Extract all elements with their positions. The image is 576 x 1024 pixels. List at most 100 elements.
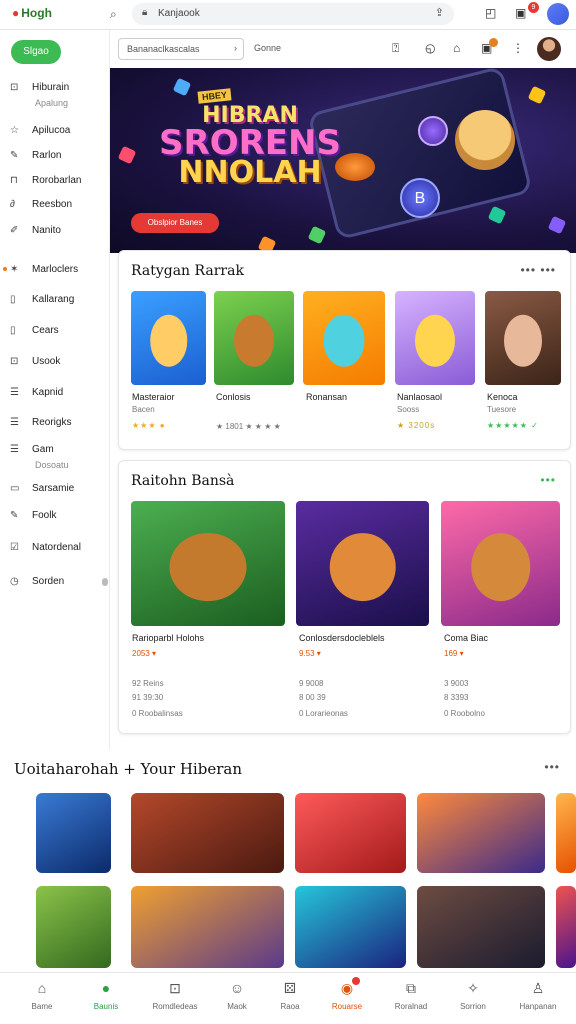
recommended-tile[interactable] <box>36 886 111 968</box>
recommended-tile[interactable] <box>131 793 284 873</box>
nav-item-chat[interactable]: ● Baunis <box>76 980 136 1011</box>
game-tile[interactable] <box>303 291 385 385</box>
sidebar-item-label: Rorobarlan <box>32 175 82 186</box>
game-tile[interactable] <box>485 291 561 385</box>
game-name: Conlosis <box>216 392 251 402</box>
game-name: Kenoca <box>487 392 518 402</box>
hero-orb-illustration <box>418 116 448 146</box>
recommended-tile[interactable] <box>417 793 545 873</box>
sidebar-item-label: Sorden <box>32 576 65 587</box>
hero-mascot-illustration <box>455 110 515 170</box>
page-icon: ▯ <box>10 325 16 336</box>
sidebar-item-3[interactable]: ⊓ Rorobarlan <box>10 175 81 186</box>
game-name: Nanlaosaol <box>397 392 443 402</box>
chat-icon: ● <box>101 980 111 996</box>
game-tile[interactable] <box>441 501 560 626</box>
home-icon: ⌂ <box>37 980 47 996</box>
user-avatar[interactable] <box>537 37 561 61</box>
recommended-tile[interactable] <box>556 793 576 873</box>
sidebar-item-15[interactable]: ☑ Natordenal <box>10 542 81 553</box>
recommended-tile[interactable] <box>295 793 406 873</box>
game-tile[interactable] <box>296 501 429 626</box>
profile-avatar[interactable] <box>547 3 569 25</box>
nav-item-home[interactable]: ⌂ Bame <box>12 980 72 1011</box>
sidebar-item-label: Sarsamie <box>32 483 75 494</box>
app-logo[interactable]: ● Hogh <box>12 6 52 20</box>
sidebar-scrollbar[interactable] <box>102 578 108 586</box>
sidebar-item-0[interactable]: ⊡ Hiburain <box>10 82 69 93</box>
more-icon[interactable]: ••• <box>540 473 556 487</box>
sidebar-primary-button[interactable]: Slgao <box>11 40 61 64</box>
hero-play-illustration: B <box>400 178 440 218</box>
nav-item-fire[interactable]: ◉ Rouarse <box>317 980 377 1011</box>
more-vertical-icon[interactable]: ⋮ <box>512 41 524 55</box>
bell-icon[interactable]: ⌂ <box>453 41 460 55</box>
nav-item-image[interactable]: ⧉ Roralnad <box>381 980 441 1011</box>
nav-item-grid[interactable]: ⊡ Romdledeas <box>145 980 205 1011</box>
sidebar-item-16[interactable]: ◷ Sorden <box>10 576 64 587</box>
sidebar-item-2[interactable]: ✎ Rarlon <box>10 150 61 161</box>
game-rating: ★★★★★ ✓ <box>487 421 539 430</box>
recommended-tile[interactable] <box>295 886 406 968</box>
alert-icon[interactable]: ⍰ <box>392 41 399 56</box>
more-icon[interactable]: ••• <box>544 760 560 774</box>
game-tile[interactable] <box>131 291 206 385</box>
more-icon[interactable]: ••• ••• <box>520 263 556 277</box>
sidebar-item-4[interactable]: ∂ Reesbon <box>10 199 72 210</box>
sidebar-item-7[interactable]: ▯ Kallarang <box>10 294 74 305</box>
extension-icon[interactable]: ◰ <box>485 6 496 20</box>
nav-label: Roralnad <box>394 1002 428 1011</box>
game-tile[interactable] <box>131 501 285 626</box>
chat-icon[interactable]: ◵ <box>425 41 435 55</box>
sidebar-item-label: Usook <box>32 356 61 367</box>
game-meta: 0 Lorarieonas <box>299 709 348 718</box>
check-icon: ☑ <box>10 542 19 553</box>
recommended-tile[interactable] <box>556 886 576 968</box>
list-icon: ☰ <box>10 417 19 428</box>
recommended-tile[interactable] <box>36 793 111 873</box>
game-meta: 92 Reins <box>132 679 164 688</box>
nav-item-compass[interactable]: ✧ Sorrion <box>443 980 503 1011</box>
game-art <box>323 314 365 367</box>
nav-label: Hanpanan <box>519 1002 557 1011</box>
address-bar[interactable]: 🔒︎ Kanjaook ⇪ <box>132 3 454 25</box>
game-tag: 2053 ▾ <box>132 649 157 658</box>
sidebar-item-14[interactable]: ✎ Foolk <box>10 510 56 521</box>
category-select[interactable]: Bananaclkascalas › <box>118 38 244 60</box>
sidebar-item-label: Marloclers <box>32 264 79 275</box>
sidebar-item-12[interactable]: ☰ Gam <box>10 444 54 455</box>
recommended-tile[interactable] <box>131 886 284 968</box>
sidebar-item-8[interactable]: ▯ Cears <box>10 325 59 336</box>
hero-cta-button[interactable]: Obslpior Banes <box>131 213 219 233</box>
game-meta: 0 Roobalinsas <box>132 709 183 718</box>
genre-link[interactable]: Gonne <box>254 43 281 53</box>
search-icon[interactable]: ⌕ <box>110 7 117 22</box>
game-tile[interactable] <box>395 291 475 385</box>
nav-label: Bame <box>31 1002 53 1011</box>
sidebar-item-13[interactable]: ▭ Sarsamie <box>10 483 74 494</box>
game-tile[interactable] <box>214 291 294 385</box>
notification-icon[interactable]: ▣ <box>515 6 526 20</box>
sidebar-item-11[interactable]: ☰ Reorigks <box>10 417 71 428</box>
content-header: Bananaclkascalas › Gonne ⍰ ◵ ⌂ ▣ ⋮ <box>110 30 576 68</box>
info-icon: ⊡ <box>10 356 19 367</box>
sidebar-item-6[interactable]: ✶ Marloclers <box>3 264 79 275</box>
nav-item-profile[interactable]: ♙ Hanpanan <box>508 980 568 1011</box>
compass-icon: ✧ <box>467 980 479 996</box>
lock-icon: 🔒︎ <box>142 7 148 18</box>
sidebar-item-1[interactable]: ☆ Apilucoa <box>10 125 70 136</box>
share-icon[interactable]: ⇪ <box>435 6 444 19</box>
recommended-title: Uoitaharohah + Your Hiberan <box>14 760 242 778</box>
decor-cube <box>172 77 192 97</box>
nav-item-controller[interactable]: ☺ Maok <box>207 980 267 1011</box>
game-sub: Sooss <box>397 405 420 414</box>
recommended-tile[interactable] <box>417 886 545 968</box>
game-art <box>234 314 274 367</box>
sidebar-item-9[interactable]: ⊡ Usook <box>10 356 60 367</box>
sidebar-item-5[interactable]: ✐ Nanito <box>10 225 61 236</box>
nav-item-dice[interactable]: ⚄ Raoa <box>260 980 320 1011</box>
hero-banner[interactable]: B HBEY HIBRAN SRORENS NNOLAH Obslpior Ba… <box>110 68 576 253</box>
sidebar: Slgao ⊡ Hiburain Apalung ☆ Apilucoa ✎ Rarlo… <box>0 30 110 750</box>
sidebar-item-10[interactable]: ☰ Kapnid <box>10 387 63 398</box>
game-art <box>329 532 396 602</box>
